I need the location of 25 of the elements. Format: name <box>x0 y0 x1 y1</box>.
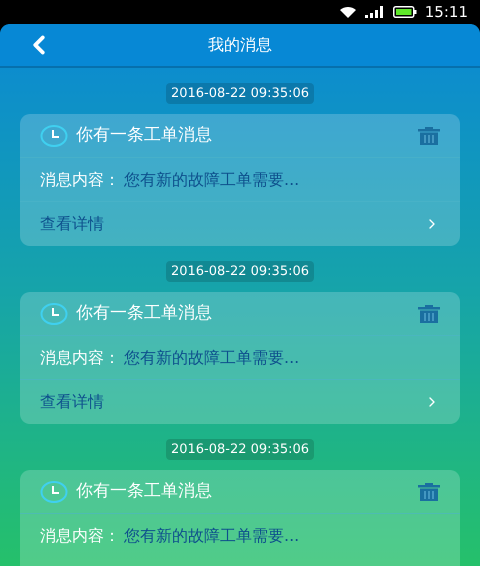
message-timestamp: 2016-08-22 09:35:06 <box>166 83 314 104</box>
content-label: 消息内容： <box>40 525 120 547</box>
battery-icon <box>392 6 417 18</box>
message-title: 你有一条工单消息 <box>76 124 213 147</box>
message-title: 你有一条工单消息 <box>76 480 213 503</box>
clock-icon <box>40 480 68 502</box>
trash-icon[interactable] <box>418 126 440 144</box>
message-title: 你有一条工单消息 <box>76 302 213 325</box>
clock-icon <box>40 302 68 324</box>
details-link[interactable]: 查看详情 <box>20 380 460 424</box>
content-text: 您有新的故障工单需要... <box>124 525 300 547</box>
clock-icon <box>40 124 68 146</box>
message-timestamp: 2016-08-22 09:35:06 <box>166 261 314 282</box>
page-title: 我的消息 <box>208 34 272 56</box>
trash-icon[interactable] <box>418 304 440 322</box>
status-time: 15:11 <box>424 4 468 20</box>
message-timestamp: 2016-08-22 09:35:06 <box>166 439 314 460</box>
content-text: 您有新的故障工单需要... <box>124 168 300 190</box>
signal-icon <box>364 6 385 18</box>
content-text: 您有新的故障工单需要... <box>124 346 300 368</box>
wifi-icon <box>338 6 357 18</box>
content-label: 消息内容： <box>40 168 120 190</box>
content-label: 消息内容： <box>40 346 120 368</box>
details-link[interactable]: 查看详情 <box>20 202 460 246</box>
trash-icon[interactable] <box>418 482 440 500</box>
